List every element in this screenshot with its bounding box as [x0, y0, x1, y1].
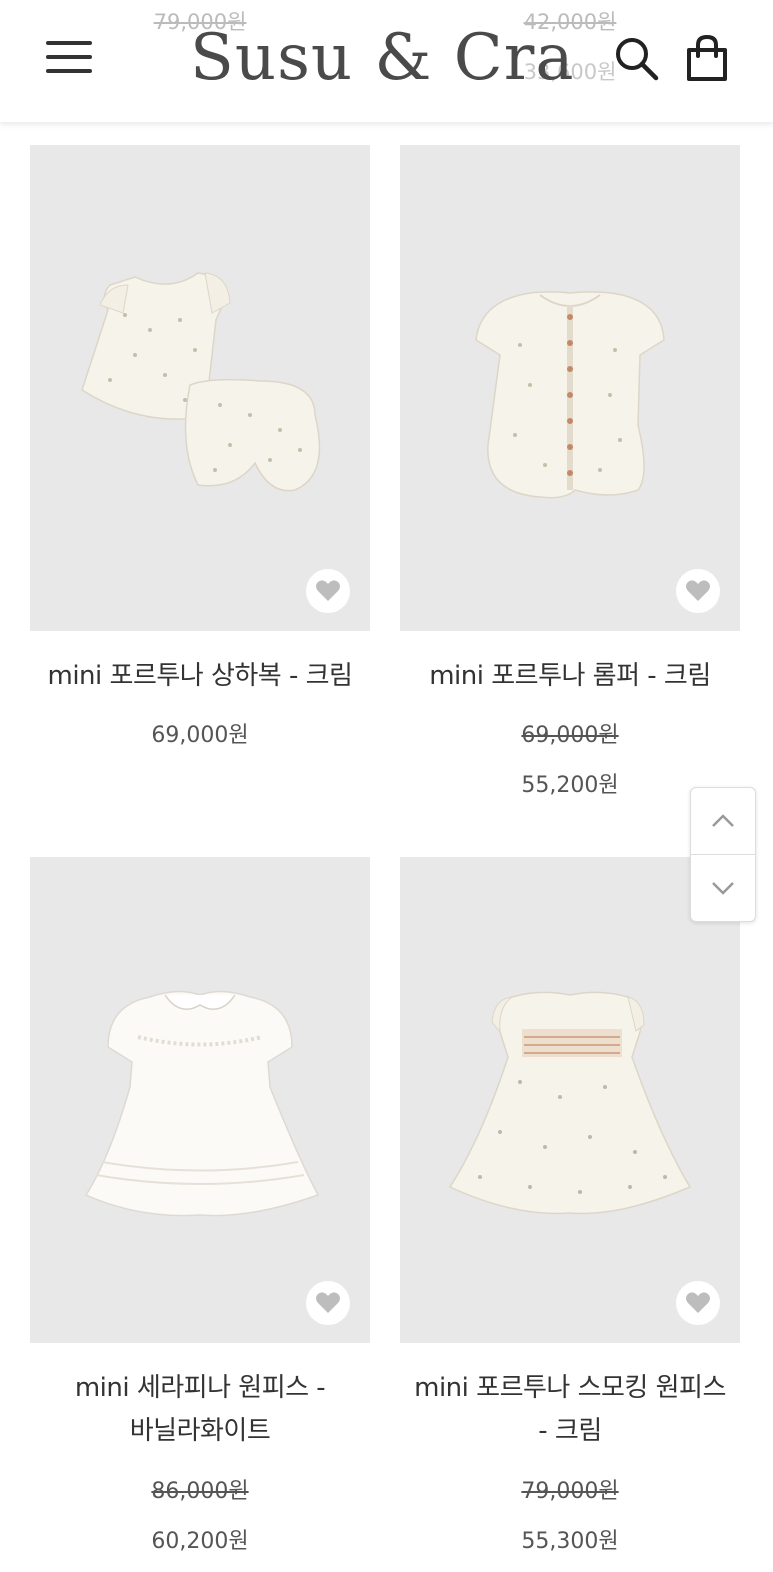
hamburger-menu-icon[interactable]	[46, 37, 94, 77]
product-image[interactable]	[400, 145, 740, 631]
product-title-line: mini 포르투나 스모킹 원피스	[414, 1373, 726, 1403]
product-image[interactable]	[30, 145, 370, 631]
product-title[interactable]: mini 포르투나 상하복 - 크림	[20, 655, 380, 698]
product-original-price: 69,000원	[521, 723, 619, 748]
product-original-price: 79,000원	[521, 1479, 619, 1504]
product-image[interactable]	[30, 857, 370, 1343]
site-logo[interactable]: Susu & Cra	[190, 18, 585, 98]
site-header: 79,000원 42,000원 33,600원 Susu & Cra	[0, 0, 773, 122]
shopping-bag-icon[interactable]	[684, 34, 730, 82]
product-title[interactable]: mini 포르투나 스모킹 원피스 - 크림	[390, 1367, 750, 1453]
search-icon[interactable]	[612, 34, 660, 82]
product-price: 55,200원	[521, 773, 619, 798]
product-title[interactable]: mini 세라피나 원피스 - 바닐라화이트	[20, 1367, 380, 1453]
wishlist-heart-icon[interactable]	[306, 1281, 350, 1325]
product-title-line: mini 세라피나 원피스 -	[74, 1373, 326, 1403]
wishlist-heart-icon[interactable]	[676, 1281, 720, 1325]
product-title-line: 바닐라화이트	[129, 1416, 271, 1446]
chevron-down-icon	[712, 882, 734, 895]
product-title-line: - 크림	[538, 1416, 602, 1446]
product-title[interactable]: mini 포르투나 롬퍼 - 크림	[390, 655, 750, 698]
wishlist-heart-icon[interactable]	[306, 569, 350, 613]
scroll-up-button[interactable]	[691, 788, 755, 854]
wishlist-heart-icon[interactable]	[676, 569, 720, 613]
product-image[interactable]	[400, 857, 740, 1343]
product-price: 69,000원	[151, 723, 249, 748]
product-price: 55,300원	[521, 1529, 619, 1554]
product-price: 60,200원	[151, 1529, 249, 1554]
product-original-price: 86,000원	[151, 1479, 249, 1504]
scroll-controls	[690, 787, 756, 922]
chevron-up-icon	[712, 814, 734, 827]
scroll-down-button[interactable]	[691, 855, 755, 921]
